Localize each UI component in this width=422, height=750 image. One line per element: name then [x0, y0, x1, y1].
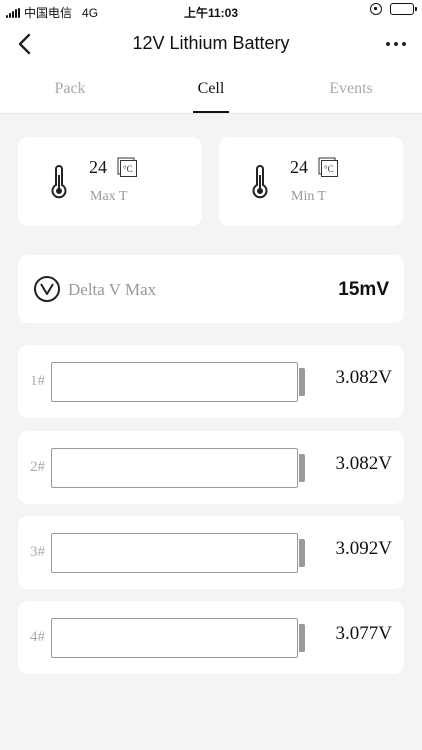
active-tab-indicator	[193, 111, 229, 113]
cell-number: 3#	[30, 544, 45, 560]
check-circle-icon	[34, 276, 60, 302]
cell-number: 2#	[30, 459, 45, 475]
delta-v-card: Delta V Max 15mV	[18, 255, 404, 323]
nav-header: 12V Lithium Battery	[0, 22, 422, 66]
tab-bar: Pack Cell Events	[0, 66, 422, 114]
cell-battery-cap	[299, 624, 305, 652]
cell-number: 1#	[30, 373, 45, 389]
cell-card-2: 2# 3.082V	[18, 431, 404, 504]
thermometer-icon	[51, 165, 67, 199]
celsius-unit: °C	[123, 164, 133, 174]
status-bar: 中国电信 4G 上午11:03	[0, 0, 422, 22]
delta-v-value: 15mV	[338, 279, 389, 300]
cell-battery-bar	[51, 533, 298, 573]
chevron-left-icon	[18, 33, 31, 55]
tab-cell[interactable]: Cell	[161, 80, 261, 98]
cell-battery-bar	[51, 448, 298, 488]
thermometer-icon	[252, 165, 268, 199]
cell-battery-bar	[51, 362, 298, 402]
cell-battery-cap	[299, 368, 305, 396]
page-title: 12V Lithium Battery	[132, 33, 290, 53]
tab-events[interactable]: Events	[301, 80, 401, 98]
celsius-icon: °C	[117, 157, 137, 177]
cell-battery-cap	[299, 539, 305, 567]
status-right	[370, 3, 417, 15]
cell-voltage: 3.082V	[335, 367, 392, 388]
cell-voltage: 3.082V	[335, 453, 392, 474]
rotation-lock-icon	[370, 3, 382, 15]
max-temp-value: 24	[89, 157, 107, 177]
more-button[interactable]	[382, 32, 410, 56]
celsius-unit: °C	[324, 164, 334, 174]
delta-v-label: Delta V Max	[68, 280, 157, 299]
cell-battery-cap	[299, 454, 305, 482]
tab-pack[interactable]: Pack	[20, 80, 120, 98]
cell-voltage: 3.092V	[335, 538, 392, 559]
battery-icon	[390, 3, 417, 15]
max-temp-card: 24 °C Max T	[18, 137, 202, 226]
cell-voltage: 3.077V	[335, 623, 392, 644]
cell-number: 4#	[30, 629, 45, 645]
cell-card-3: 3# 3.092V	[18, 516, 404, 589]
min-temp-card: 24 °C Min T	[219, 137, 403, 226]
back-button[interactable]	[14, 32, 38, 56]
cell-battery-bar	[51, 618, 298, 658]
cell-card-1: 1# 3.082V	[18, 345, 404, 418]
status-time: 上午11:03	[183, 6, 239, 20]
max-temp-label: Max T	[90, 189, 128, 204]
min-temp-value: 24	[290, 157, 308, 177]
min-temp-label: Min T	[291, 189, 327, 204]
more-dots-icon	[386, 42, 390, 46]
cell-card-4: 4# 3.077V	[18, 601, 404, 674]
celsius-icon: °C	[318, 157, 338, 177]
